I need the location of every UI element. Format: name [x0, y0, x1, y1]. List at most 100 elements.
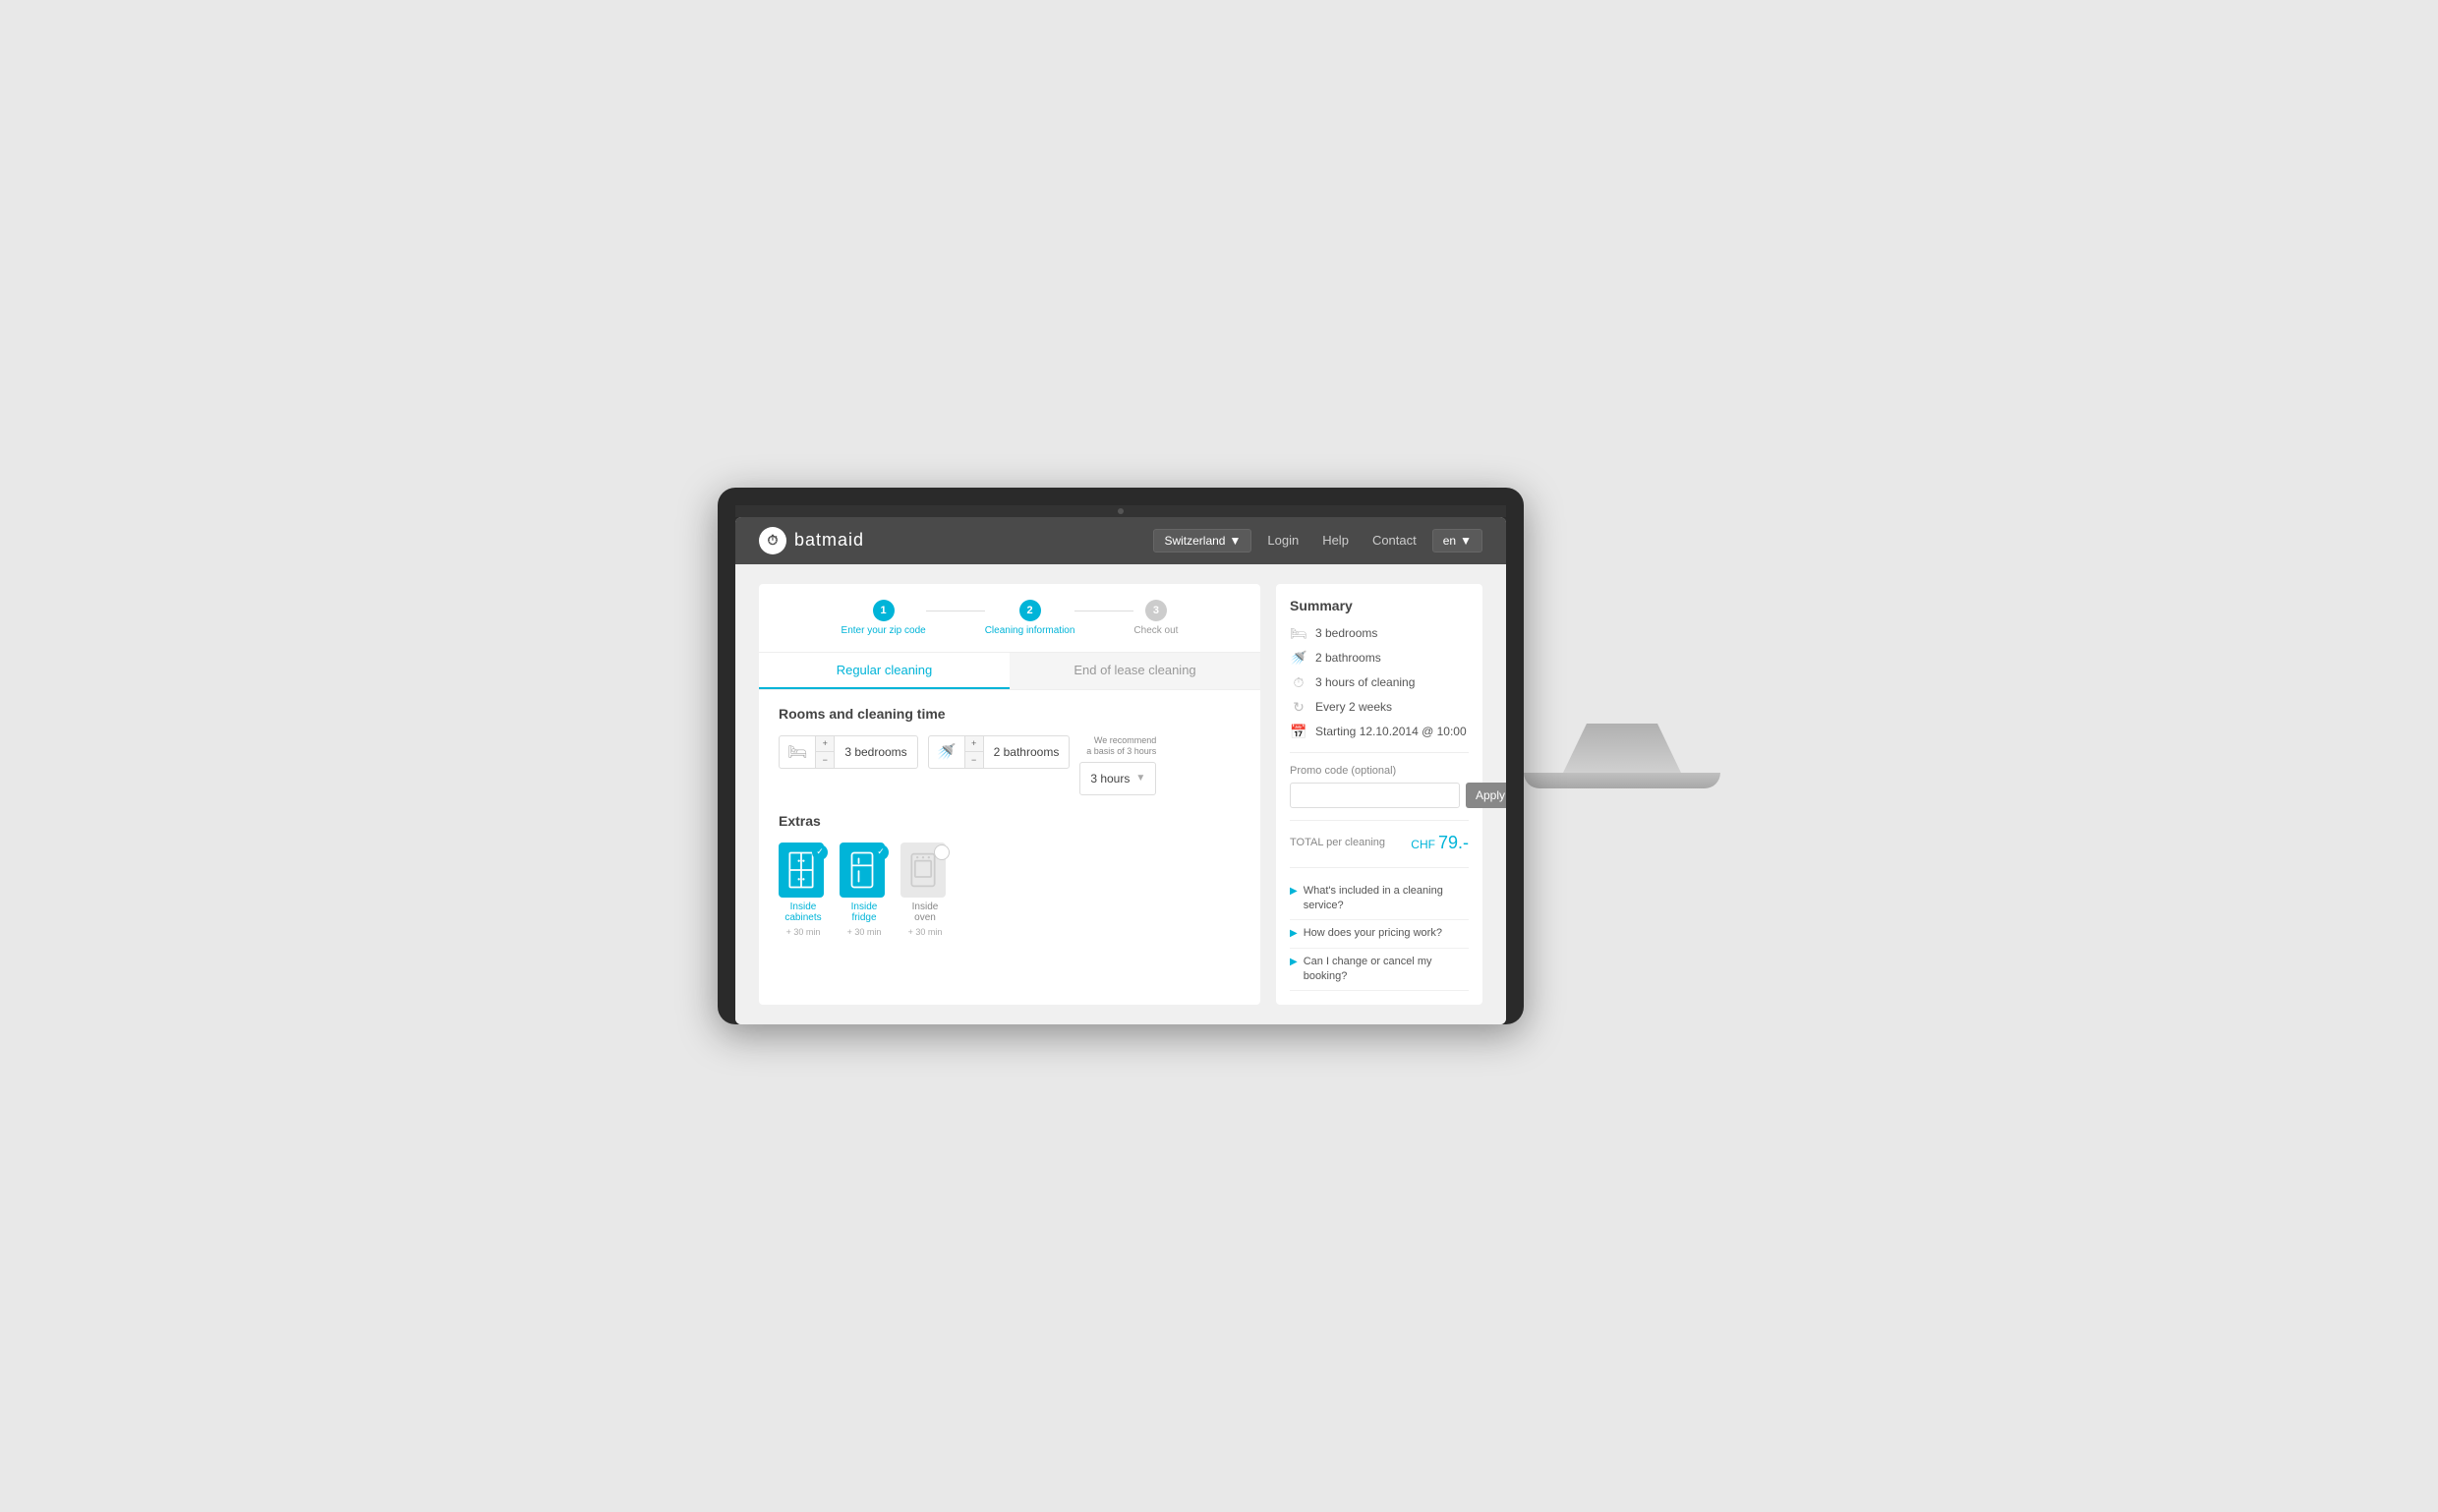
faq-item-1[interactable]: ▶ What's included in a cleaning service?	[1290, 878, 1469, 921]
summary-calendar-icon: 📅	[1290, 724, 1307, 740]
oven-icon-wrap	[900, 843, 950, 898]
cabinets-icon-wrap: ✓	[779, 843, 828, 898]
tab-end-of-lease[interactable]: End of lease cleaning	[1010, 653, 1260, 689]
bedrooms-stepper: 🛏 + − 3 bedrooms	[779, 735, 918, 769]
bedrooms-decrement-button[interactable]: −	[816, 752, 834, 768]
extras-row: ✓ Insidecabinets + 30 min	[779, 843, 1241, 937]
country-arrow-icon: ▼	[1229, 534, 1241, 548]
bedrooms-value: 3 bedrooms	[835, 745, 916, 759]
hours-arrow-icon: ▼	[1135, 773, 1145, 784]
faq-item-3[interactable]: ▶ Can I change or cancel my booking?	[1290, 949, 1469, 992]
oven-select-circle	[934, 844, 950, 860]
monitor-camera	[1118, 508, 1124, 514]
country-label: Switzerland	[1164, 534, 1225, 548]
faq-text-1: What's included in a cleaning service?	[1304, 884, 1469, 914]
cabinets-svg	[787, 851, 815, 889]
language-selector[interactable]: en ▼	[1432, 529, 1482, 552]
promo-label: Promo code (optional)	[1290, 765, 1469, 777]
help-link[interactable]: Help	[1314, 529, 1357, 552]
apply-button[interactable]: Apply	[1466, 783, 1506, 808]
logo: ⏱ batmaid	[759, 527, 864, 554]
summary-bathrooms-text: 2 bathrooms	[1315, 651, 1381, 665]
bath-icon: 🚿	[929, 736, 965, 768]
summary-date-text: Starting 12.10.2014 @ 10:00	[1315, 725, 1467, 738]
summary-bedrooms: 🛏 3 bedrooms	[1290, 625, 1469, 642]
promo-input[interactable]	[1290, 783, 1460, 808]
language-arrow-icon: ▼	[1460, 534, 1472, 548]
faq-section: ▶ What's included in a cleaning service?…	[1290, 867, 1469, 992]
country-selector[interactable]: Switzerland ▼	[1153, 529, 1251, 552]
summary-date: 📅 Starting 12.10.2014 @ 10:00	[1290, 724, 1469, 740]
hours-section: We recommenda basis of 3 hours 3 hours ▼	[1079, 735, 1156, 795]
contact-link[interactable]: Contact	[1364, 529, 1424, 552]
extra-inside-oven[interactable]: Insideoven + 30 min	[900, 843, 950, 937]
extra-inside-fridge[interactable]: ✓ Insidefridge + 30 min	[840, 843, 889, 937]
summary-hours-text: 3 hours of cleaning	[1315, 675, 1415, 689]
total-label: TOTAL per cleaning	[1290, 837, 1385, 848]
step-1-circle: 1	[873, 600, 895, 621]
navbar-right: Switzerland ▼ Login Help Contact en ▼	[1153, 529, 1482, 552]
cabinets-sublabel: + 30 min	[786, 927, 821, 937]
oven-svg	[909, 851, 937, 889]
language-label: en	[1443, 534, 1456, 548]
hours-value: 3 hours	[1090, 772, 1130, 785]
monitor-bezel	[735, 505, 1506, 517]
summary-bed-icon: 🛏	[1290, 625, 1307, 642]
step-1-label: Enter your zip code	[842, 625, 926, 636]
summary-bedrooms-text: 3 bedrooms	[1315, 626, 1377, 640]
fridge-label: Insidefridge	[851, 901, 878, 923]
fridge-check-icon: ✓	[873, 844, 889, 860]
cleaning-tabs: Regular cleaning End of lease cleaning	[759, 653, 1260, 690]
step-3-circle: 3	[1145, 600, 1167, 621]
bathrooms-increment-button[interactable]: +	[965, 736, 983, 753]
tab-regular-cleaning[interactable]: Regular cleaning	[759, 653, 1010, 689]
bedrooms-stepper-controls: + −	[816, 736, 835, 768]
summary-frequency-text: Every 2 weeks	[1315, 700, 1392, 714]
bathrooms-stepper-controls: + −	[965, 736, 984, 768]
faq-text-3: Can I change or cancel my booking?	[1304, 955, 1469, 985]
navbar: ⏱ batmaid Switzerland ▼ Login Help Conta…	[735, 517, 1506, 564]
faq-arrow-3-icon: ▶	[1290, 957, 1298, 967]
step-1: 1 Enter your zip code	[842, 600, 926, 636]
summary-hours: ⏱ 3 hours of cleaning	[1290, 674, 1469, 691]
summary-divider	[1290, 752, 1469, 753]
bed-icon: 🛏	[780, 736, 816, 768]
step-2-label: Cleaning information	[985, 625, 1075, 636]
summary-repeat-icon: ↻	[1290, 699, 1307, 716]
summary-clock-icon: ⏱	[1290, 674, 1307, 691]
summary-bathrooms: 🚿 2 bathrooms	[1290, 650, 1469, 667]
bathrooms-value: 2 bathrooms	[984, 745, 1070, 759]
faq-text-2: How does your pricing work?	[1304, 926, 1442, 941]
monitor-shell: ⏱ batmaid Switzerland ▼ Login Help Conta…	[718, 488, 1524, 1025]
summary-panel: Summary 🛏 3 bedrooms 🚿 2 bathrooms ⏱ 3 h…	[1276, 584, 1482, 1006]
main-content: 1 Enter your zip code 2 Cleaning informa…	[735, 564, 1506, 1025]
bathrooms-decrement-button[interactable]: −	[965, 752, 983, 768]
fridge-sublabel: + 30 min	[847, 927, 882, 937]
promo-row: Apply	[1290, 783, 1469, 808]
step-2-circle: 2	[1019, 600, 1041, 621]
oven-sublabel: + 30 min	[908, 927, 943, 937]
login-link[interactable]: Login	[1259, 529, 1306, 552]
summary-bath-icon: 🚿	[1290, 650, 1307, 667]
faq-arrow-2-icon: ▶	[1290, 928, 1298, 939]
summary-frequency: ↻ Every 2 weeks	[1290, 699, 1469, 716]
bedrooms-increment-button[interactable]: +	[816, 736, 834, 753]
left-panel: 1 Enter your zip code 2 Cleaning informa…	[759, 584, 1260, 1006]
oven-label: Insideoven	[912, 901, 939, 923]
extras-title: Extras	[779, 813, 1241, 829]
progress-steps: 1 Enter your zip code 2 Cleaning informa…	[759, 584, 1260, 653]
summary-title: Summary	[1290, 598, 1469, 613]
monitor-stand-base	[1524, 773, 1720, 788]
faq-item-2[interactable]: ▶ How does your pricing work?	[1290, 920, 1469, 948]
step-2: 2 Cleaning information	[985, 600, 1075, 636]
hours-dropdown[interactable]: 3 hours ▼	[1079, 762, 1156, 795]
extra-inside-cabinets[interactable]: ✓ Insidecabinets + 30 min	[779, 843, 828, 937]
monitor-screen: ⏱ batmaid Switzerland ▼ Login Help Conta…	[735, 517, 1506, 1025]
faq-arrow-1-icon: ▶	[1290, 886, 1298, 897]
logo-icon: ⏱	[759, 527, 786, 554]
fridge-svg	[848, 851, 876, 889]
total-row: TOTAL per cleaning CHF79.-	[1290, 820, 1469, 853]
cabinets-label: Insidecabinets	[784, 901, 821, 923]
monitor-stand-neck	[1563, 724, 1681, 773]
step-3: 3 Check out	[1133, 600, 1178, 636]
